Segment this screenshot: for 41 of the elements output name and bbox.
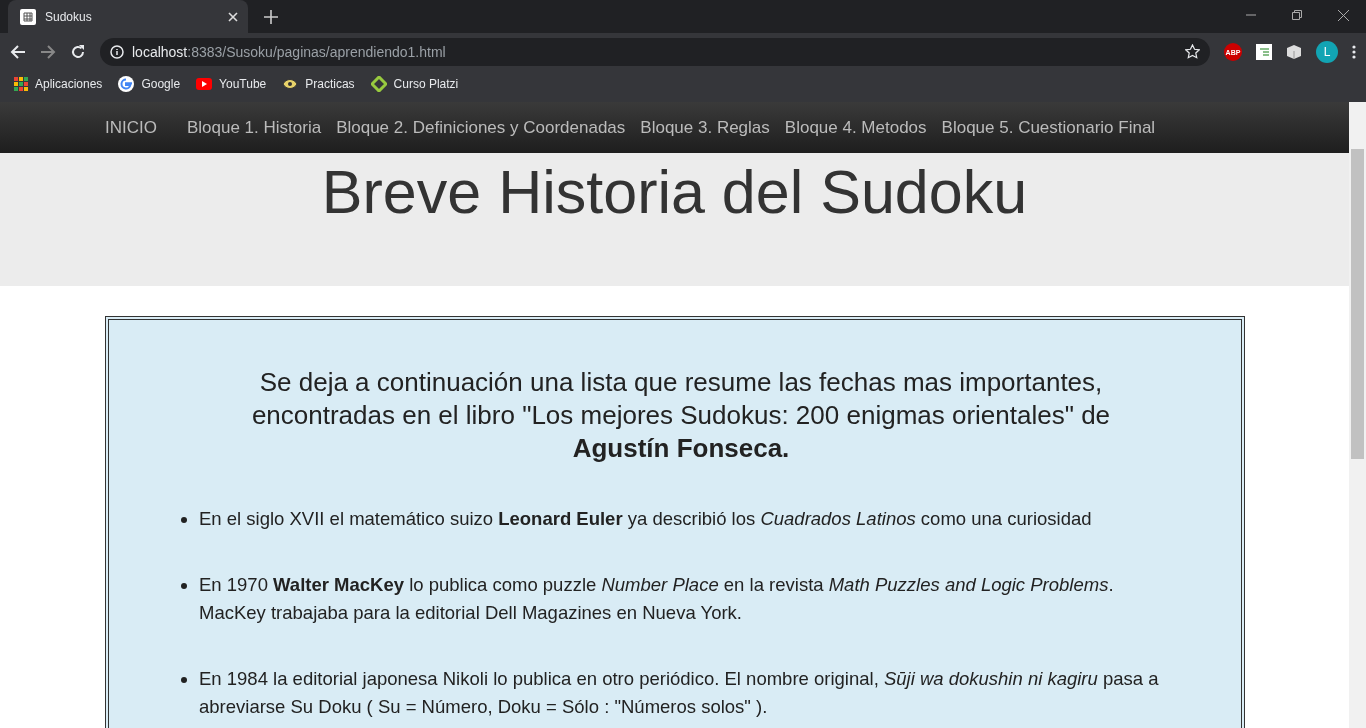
address-bar[interactable]: localhost:8383/Susoku/paginas/aprendiendo1.html (100, 37, 1210, 66)
intro-paragraph: Se deja a continuación una lista que resume las fechas mas importantes, encontradas en el libro "Los mejores Sudokus: 200 enigmas orientales" de Agustín Fonseca. (251, 367, 1111, 463)
nav-link[interactable]: Bloque 5. Cuestionario Final (941, 117, 1156, 138)
bullet-icon (181, 583, 187, 589)
list-item-text: En 1970 Walter MacKey lo publica como puzzle Number Place en la revista Math Puzzles and Logic Problems. MacKey trabajaba para la editorial Dell Magazines en Nueva York. (199, 573, 1115, 625)
eye-logo-icon (282, 76, 299, 91)
url-path: :8383/Susoku/paginas/aprendiendo1.html (187, 43, 447, 60)
url-host: localhost (132, 43, 188, 60)
menu-icon[interactable] (1352, 44, 1356, 59)
new-tab-icon[interactable] (264, 10, 278, 24)
page-icon (20, 8, 36, 25)
list-item-text: En 1984 la editorial japonesa Nikoli lo publica en otro periódico. El nombre original, Sūji wa dokushin ni kagiru pasa a abreviarse Su Doku ( Su = Número, Doku = Sólo : "Números solos" ). (199, 667, 1160, 719)
bookmark[interactable]: Aplicaciones (14, 76, 103, 91)
bullet-icon (181, 517, 187, 523)
nav-link[interactable]: INICIO (105, 117, 157, 138)
bookmark[interactable]: Practicas (282, 76, 355, 91)
close-icon[interactable] (1337, 9, 1349, 21)
nav-link[interactable]: Bloque 4. Metodos (784, 117, 927, 138)
nav-link[interactable]: Bloque 1. Historia (186, 117, 322, 138)
google-logo-icon (118, 75, 135, 92)
bookmark[interactable]: YouTube (196, 76, 267, 91)
info-icon (110, 44, 124, 59)
document-icon[interactable] (1256, 43, 1272, 60)
diamond-logo-icon (370, 75, 387, 92)
page-title: Breve Historia del Sudoku (321, 157, 1028, 228)
cube-icon[interactable] (1286, 43, 1302, 60)
back-arrow-icon[interactable] (10, 43, 26, 60)
restore-icon[interactable] (1292, 10, 1302, 20)
scrollbar[interactable] (1349, 102, 1366, 728)
forward-arrow-icon[interactable] (40, 43, 56, 60)
bookmark[interactable]: Curso Platzi (370, 75, 459, 92)
play-logo-icon (196, 77, 213, 90)
bookmark[interactable]: Google (118, 75, 181, 92)
list-item-text: En el siglo XVII el matemático suizo Leonard Euler ya describió los Cuadrados Latinos como una curiosidad (199, 507, 1092, 531)
apps-grid-icon (14, 76, 28, 91)
bullet-icon (181, 677, 187, 683)
star-icon[interactable] (1185, 44, 1200, 59)
reload-icon[interactable] (70, 43, 86, 60)
nav-link[interactable]: Bloque 3. Reglas (640, 117, 770, 138)
browser-tab[interactable]: Sudokus (8, 0, 248, 33)
nav-link[interactable]: Bloque 2. Definiciones y Coordenadas (336, 117, 626, 138)
